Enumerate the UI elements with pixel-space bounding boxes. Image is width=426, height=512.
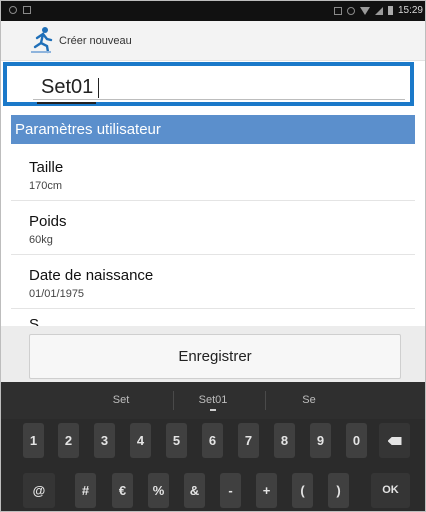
backspace-icon — [387, 437, 402, 445]
key-6[interactable]: 6 — [202, 423, 223, 458]
key-7[interactable]: 7 — [238, 423, 259, 458]
section-header: Paramètres utilisateur — [11, 115, 415, 144]
list-item-poids[interactable]: Poids 60kg — [11, 198, 415, 255]
save-bar: Enregistrer — [1, 326, 425, 382]
suggestion-divider — [265, 391, 266, 410]
runner-icon — [31, 27, 53, 54]
key-5[interactable]: 5 — [166, 423, 187, 458]
save-button[interactable]: Enregistrer — [29, 334, 401, 379]
list-item-taille[interactable]: Taille 170cm — [11, 144, 415, 201]
key-0[interactable]: 0 — [346, 423, 367, 458]
screenshot-icon — [23, 6, 31, 14]
status-time: 15:29 — [397, 5, 423, 16]
key-at[interactable]: @ — [23, 473, 55, 508]
key-percent[interactable]: % — [148, 473, 169, 508]
suggestion-set[interactable]: Set — [81, 394, 161, 406]
key-hash[interactable]: # — [75, 473, 96, 508]
settings-list[interactable]: Taille 170cm Poids 60kg Date de naissanc… — [11, 144, 415, 326]
suggestion-strip: Set Set01 Se — [1, 382, 425, 419]
backspace-key[interactable] — [379, 423, 410, 458]
signal-icon — [374, 6, 383, 15]
suggestion-se[interactable]: Se — [269, 394, 349, 406]
name-input[interactable] — [33, 76, 405, 100]
key-3[interactable]: 3 — [94, 423, 115, 458]
action-bar: Créer nouveau — [1, 21, 425, 61]
list-item-label: Poids — [29, 213, 67, 230]
nfc-icon — [333, 6, 342, 15]
status-right-icons: 15:29 — [333, 5, 423, 16]
soft-keyboard: Set Set01 Se 1 2 3 4 5 6 7 8 9 0 @ # € %… — [1, 382, 425, 511]
text-cursor — [98, 78, 99, 98]
battery-icon — [387, 6, 393, 15]
ok-key[interactable]: OK — [371, 473, 410, 508]
key-close-paren[interactable]: ) — [328, 473, 349, 508]
notification-icon — [9, 6, 17, 14]
list-item-value: 170cm — [29, 180, 63, 192]
list-item-label: Date de naissance — [29, 267, 154, 284]
key-2[interactable]: 2 — [58, 423, 79, 458]
no-sim-icon — [346, 6, 355, 15]
text-underline — [37, 102, 96, 104]
list-item-partial[interactable]: S — [11, 306, 415, 326]
key-ampersand[interactable]: & — [184, 473, 205, 508]
more-suggestions-icon[interactable] — [210, 409, 216, 411]
status-left-icons — [9, 6, 31, 14]
list-item-date-de-naissance[interactable]: Date de naissance 01/01/1975 — [11, 252, 415, 309]
list-item-label: S — [29, 316, 40, 326]
suggestion-set01[interactable]: Set01 — [173, 394, 253, 406]
key-plus[interactable]: + — [256, 473, 277, 508]
key-minus[interactable]: - — [220, 473, 241, 508]
key-8[interactable]: 8 — [274, 423, 295, 458]
key-9[interactable]: 9 — [310, 423, 331, 458]
key-1[interactable]: 1 — [23, 423, 44, 458]
list-item-value: 60kg — [29, 234, 53, 246]
list-item-value: 01/01/1975 — [29, 288, 85, 300]
page-title: Créer nouveau — [59, 35, 132, 47]
key-euro[interactable]: € — [112, 473, 133, 508]
status-bar: 15:29 — [1, 1, 425, 21]
app-screen: 15:29 Créer nouveau Paramètres utilisate… — [0, 0, 426, 512]
wifi-icon — [359, 6, 370, 15]
list-item-label: Taille — [29, 159, 64, 176]
name-field-highlight — [3, 62, 414, 106]
key-4[interactable]: 4 — [130, 423, 151, 458]
key-open-paren[interactable]: ( — [292, 473, 313, 508]
